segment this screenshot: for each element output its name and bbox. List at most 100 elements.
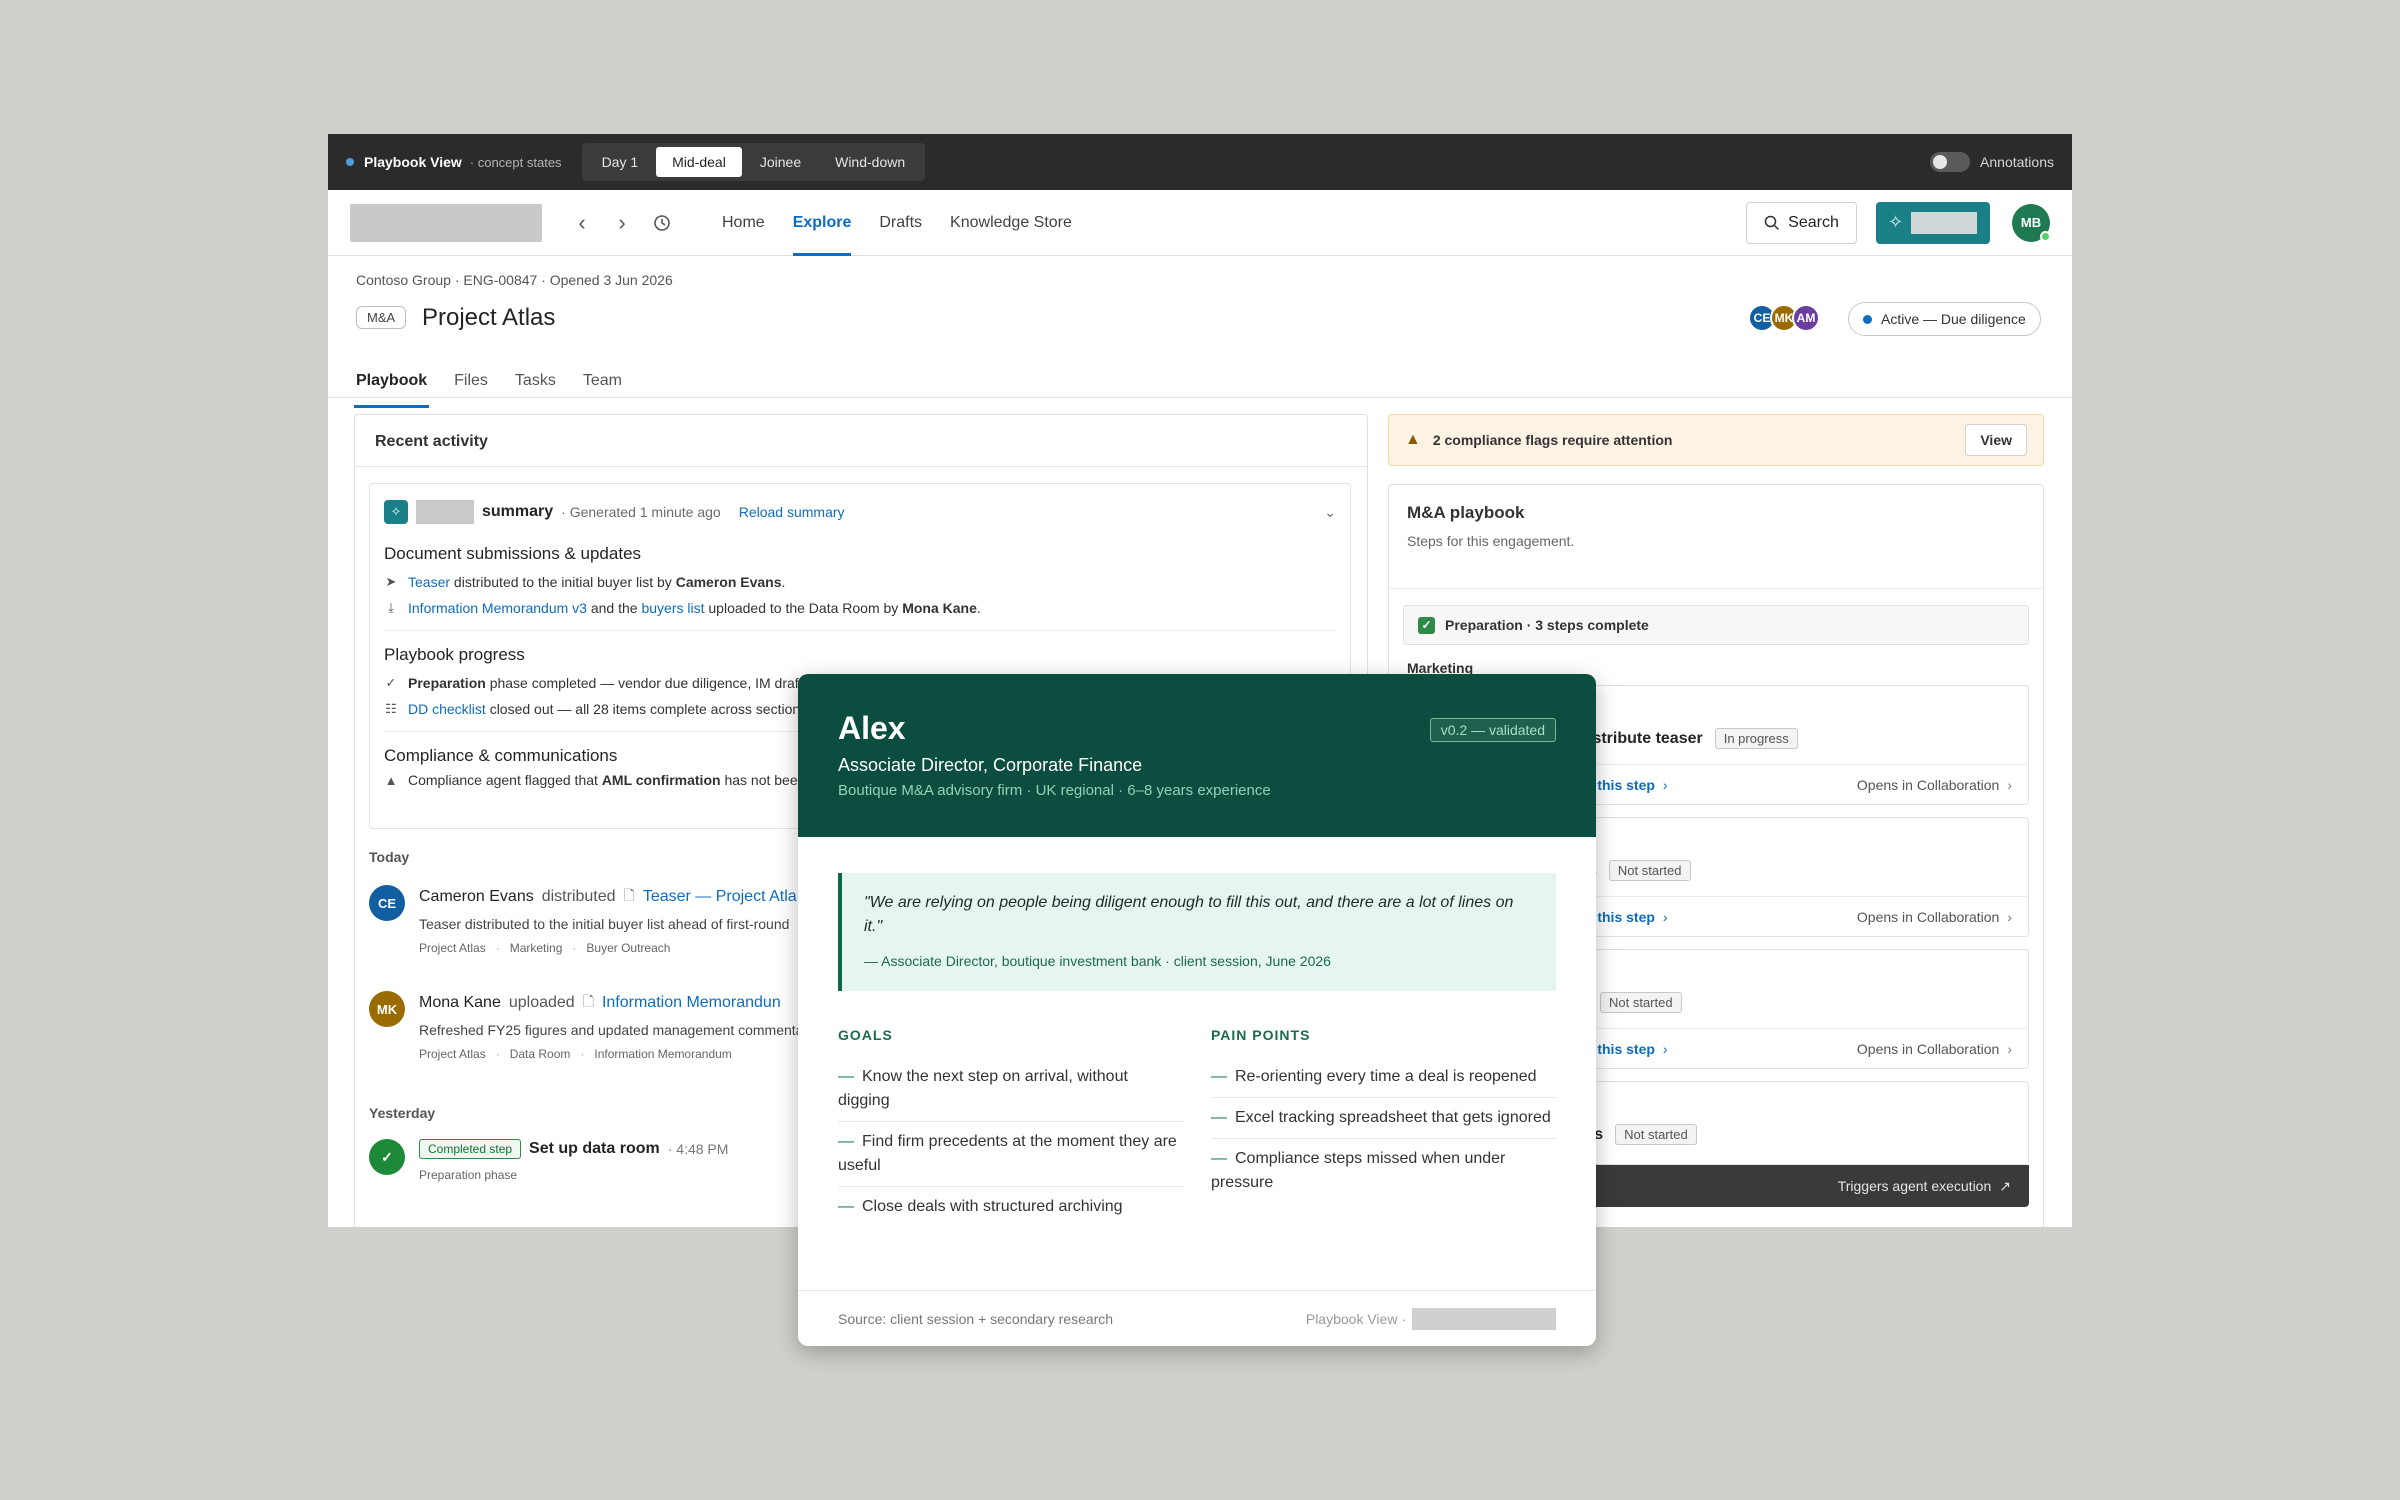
state-wind-down[interactable]: Wind-down (819, 147, 921, 177)
view-flags-button[interactable]: View (1965, 424, 2027, 456)
section-heading: Playbook progress (384, 645, 525, 664)
warning-icon: ▲ (1405, 431, 1421, 448)
pain-item: — Compliance steps missed when under pres… (1211, 1150, 1506, 1191)
activity-description: Refreshed FY25 figures and updated manag… (419, 1022, 804, 1038)
list-item[interactable]: MK Mona Kane uploaded 🗋 Information Memo… (369, 991, 803, 1061)
copilot-button[interactable]: ✧ (1876, 201, 1990, 244)
document-link[interactable]: Teaser — Project Atla (643, 888, 797, 906)
pain-item: — Re-orienting every time a deal is reope… (1211, 1057, 1556, 1098)
pain-points-heading: PAIN POINTS (1211, 1027, 1311, 1043)
nav-explore[interactable]: Explore (792, 190, 851, 256)
pain-text: Compliance steps missed when under press… (1211, 1150, 1506, 1191)
step-time: · 4:48 PM (667, 1141, 729, 1157)
tab-files[interactable]: Files (454, 358, 488, 408)
user-avatar[interactable]: MB (2012, 203, 2051, 242)
summary-text: distributed to the initial buyer list by (453, 574, 672, 590)
concept-subtitle: · concept states (469, 154, 562, 170)
day-header-yesterday: Yesterday (369, 1105, 436, 1121)
presence-indicator (2040, 230, 2051, 242)
chevron-right-icon: › (2007, 908, 2012, 925)
project-type-tag: M&A (356, 306, 407, 329)
action-verb: distributed (541, 888, 616, 905)
goal-item: — Find firm precedents at the moment they… (838, 1122, 1183, 1187)
preparation-phase[interactable]: ✓ Preparation · 3 steps complete (1403, 605, 2029, 645)
quote-source: — Associate Director, boutique investmen… (864, 953, 1331, 969)
page-title: Project Atlas (422, 304, 556, 331)
user-initials: MB (2020, 215, 2042, 230)
top-navigation: ‹ › Home Explore Drafts Knowledge Store … (328, 190, 2072, 256)
back-icon[interactable]: ‹ (562, 203, 602, 243)
summary-generated: · Generated 1 minute ago (561, 504, 721, 520)
nav-home[interactable]: Home (722, 190, 765, 255)
status-badge: Not started (1615, 1124, 1697, 1145)
activity-tags: Project Atlas · Data Room · Information Me… (419, 1047, 732, 1061)
annotations-toggle[interactable] (1930, 152, 1971, 172)
forward-icon[interactable]: › (602, 203, 642, 243)
status-badge[interactable]: Active — Due diligence (1848, 302, 2041, 336)
opens-in-collaboration[interactable]: Opens in Collaboration (1857, 909, 1999, 925)
document-link[interactable]: Information Memorandun (602, 994, 781, 1012)
tab-tasks[interactable]: Tasks (515, 358, 556, 408)
pain-text: Re-orienting every time a deal is reopen… (1235, 1068, 1537, 1085)
person-name: Cameron Evans (675, 574, 782, 590)
search-button[interactable]: Search (1746, 201, 1857, 244)
step-title: istribute teaser (1588, 729, 1703, 747)
buyers-list-link[interactable]: buyers list (641, 600, 704, 616)
product-name-placeholder (416, 500, 474, 524)
activity-description: Teaser distributed to the initial buyer … (419, 916, 790, 932)
history-icon[interactable] (642, 203, 682, 243)
persona-quote: "We are relying on people being diligent… (838, 873, 1556, 991)
avatar: CE (369, 885, 405, 921)
dd-checklist-link[interactable]: DD checklist (408, 701, 486, 717)
nav-drafts[interactable]: Drafts (879, 190, 922, 255)
chevron-right-icon: › (1662, 1040, 1668, 1057)
panel-title: Recent activity (355, 415, 1367, 467)
status-dot (346, 158, 354, 166)
copilot-icon: ✧ (384, 500, 408, 524)
summary-text: . (976, 600, 981, 616)
goal-item: — Close deals with structured archiving (838, 1198, 1123, 1215)
checkbox-checked-icon: ✓ (1418, 616, 1435, 634)
document-icon: 🗋 (623, 887, 635, 903)
concept-state-bar: Playbook View · concept states Day 1 Mid… (328, 134, 2072, 190)
divider (328, 397, 2072, 398)
summary-text: . (781, 574, 786, 590)
chevron-down-icon[interactable]: ⌄ (1324, 504, 1336, 521)
im-link[interactable]: Information Memorandum v3 (408, 600, 587, 616)
step-action-link[interactable]: r this step (1588, 1041, 1655, 1057)
summary-text: uploaded to the Data Room by (708, 600, 899, 616)
list-item[interactable]: ✓ Completed step Set up data room · 4:48… (369, 1139, 728, 1182)
opens-in-collaboration[interactable]: Opens in Collaboration (1857, 1041, 1999, 1057)
tag: Information Memorandum (594, 1047, 732, 1061)
state-joinee[interactable]: Joinee (744, 147, 817, 177)
teaser-link[interactable]: Teaser (408, 574, 450, 590)
document-icon: 🗋 (582, 993, 594, 1009)
footer-brand: Playbook View · (1305, 1310, 1406, 1327)
step-title: Set up data room (529, 1140, 660, 1157)
reload-summary-link[interactable]: Reload summary (739, 504, 845, 520)
tab-playbook[interactable]: Playbook (353, 358, 430, 408)
tag: Buyer Outreach (586, 941, 671, 955)
phase-label: Preparation phase (419, 1168, 518, 1182)
step-action-link[interactable]: r this step (1588, 909, 1655, 925)
status-label: Active — Due diligence (1881, 311, 2026, 327)
list-item[interactable]: CE Cameron Evans distributed 🗋 Teaser — … (369, 885, 797, 955)
project-tabs: Playbook Files Tasks Team (353, 358, 622, 408)
flag-text: 2 compliance flags require attention (1432, 432, 1673, 448)
check-icon: ✓ (369, 1139, 405, 1175)
playbook-title: M&A playbook (1407, 503, 1525, 522)
check-icon: ✓ (385, 675, 397, 690)
state-day1[interactable]: Day 1 (586, 147, 655, 177)
nav-knowledge-store[interactable]: Knowledge Store (950, 190, 1072, 255)
tag: Marketing (509, 941, 563, 955)
state-mid-deal[interactable]: Mid-deal (656, 147, 742, 177)
external-link-icon: ↗ (1999, 1177, 2011, 1194)
source-note: Source: client session + secondary resea… (838, 1310, 1114, 1327)
chevron-right-icon: › (1662, 908, 1668, 925)
member-facepile[interactable]: CE MK AM (1748, 304, 1820, 332)
opens-in-collaboration[interactable]: Opens in Collaboration (1857, 777, 1999, 793)
pain-item: — Excel tracking spreadsheet that gets ig… (1211, 1098, 1556, 1139)
tab-team[interactable]: Team (583, 358, 622, 408)
send-icon: ➤ (385, 574, 397, 589)
step-action-link[interactable]: r this step (1588, 777, 1655, 793)
